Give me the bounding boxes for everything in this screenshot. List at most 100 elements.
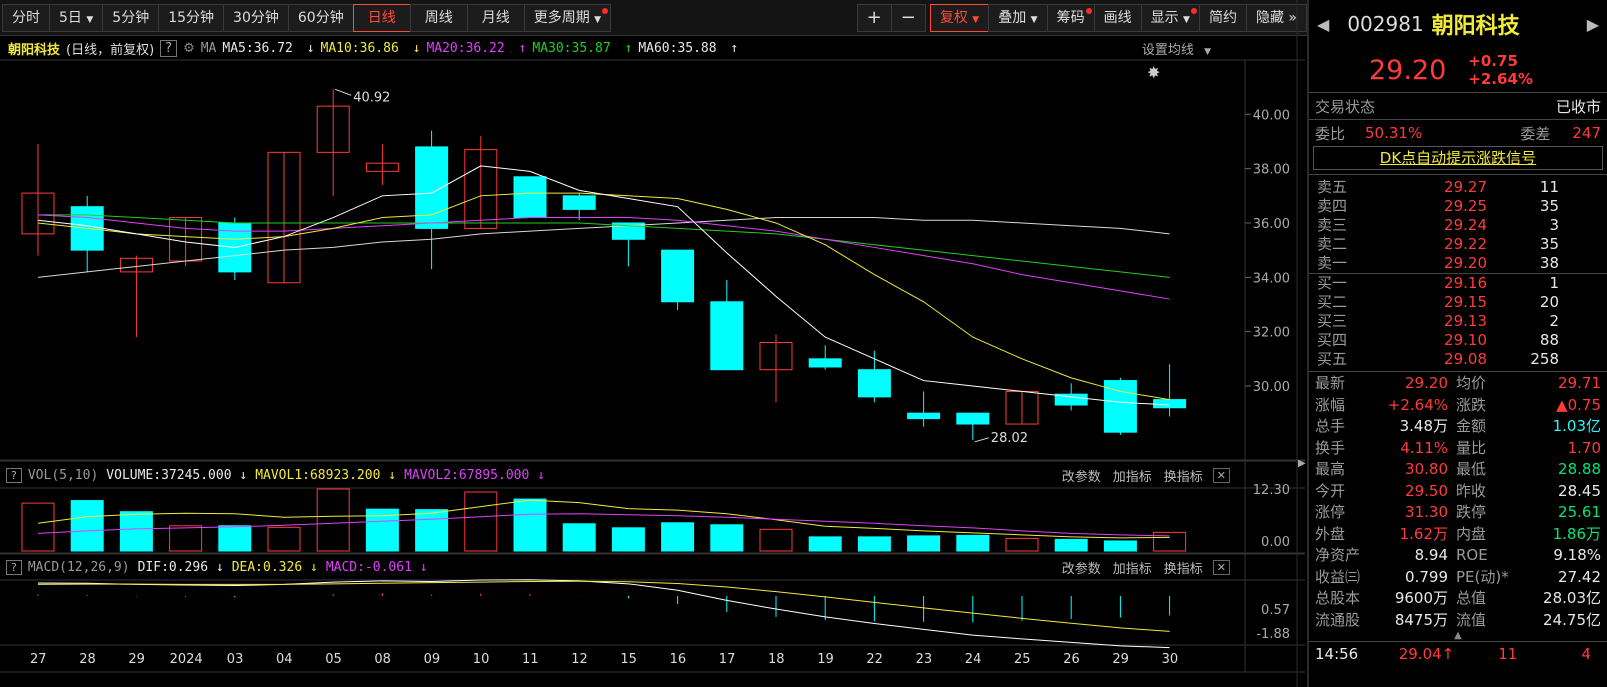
wc-label: 委差: [1520, 124, 1551, 143]
fuquan-dropdown[interactable]: 复权 ▼: [929, 3, 990, 32]
ma-label: MA: [200, 40, 217, 56]
low-price-label: 28.02: [991, 431, 1028, 446]
overlay-dropdown[interactable]: 叠加 ▼: [988, 3, 1048, 32]
collapse-panel-handle[interactable]: ▶: [1298, 458, 1306, 480]
zoom-out-button[interactable]: −: [890, 3, 926, 32]
volume-bar: [316, 488, 350, 552]
ob-level: 卖五: [1317, 178, 1348, 196]
ma-settings-dropdown[interactable]: 设置均线 ▼: [1142, 39, 1217, 58]
zoom-in-button[interactable]: +: [856, 3, 892, 32]
macd-close-icon[interactable]: ✕: [1212, 559, 1230, 575]
trade-status-row: 交易状态 已收市: [1309, 93, 1607, 119]
stat-label: 涨跌: [1456, 395, 1487, 414]
stat-label: 跌停: [1456, 503, 1487, 521]
stat-value: 8475万: [1394, 610, 1448, 629]
macd-value-text: MACD:-0.061: [325, 559, 412, 575]
macd-series: [37, 579, 1171, 649]
stat-label: 最低: [1456, 460, 1487, 478]
stat-value: 24.75亿: [1543, 610, 1601, 629]
stock-code: 002981: [1347, 12, 1424, 36]
ma10-line: [37, 192, 1170, 401]
chevron-down-icon: ▼: [86, 14, 94, 25]
ob-price: 29.13: [1444, 312, 1487, 330]
vol-mavol1: MAVOL1:68923.200 ↓: [255, 467, 397, 483]
ma30-line: [38, 214, 1170, 278]
x-tick-label: 2024: [169, 652, 203, 667]
kline-chart[interactable]: 40.00 38.00 36.00 34.00 32.00 30.00 12.30 0.00 0…: [0, 0, 1305, 687]
ma5-value: MA5:36.72 ↓: [222, 40, 315, 56]
vol-swap-indicator-button[interactable]: 换指标: [1164, 466, 1203, 485]
macd-dea: DEA:0.326 ↓: [231, 559, 318, 575]
hide-button[interactable]: 隐藏 »: [1245, 3, 1307, 32]
ob-price: 29.25: [1444, 197, 1487, 215]
vol-close-icon[interactable]: ✕: [1212, 467, 1230, 483]
draw-line-button[interactable]: 画线: [1093, 3, 1142, 32]
sub-y-tick-label: -1.88: [1256, 627, 1290, 642]
tab-5day[interactable]: 5日 ▼: [49, 3, 104, 32]
x-tick-label: 05: [325, 652, 342, 667]
x-tick-label: 27: [30, 652, 47, 667]
ask-book: 卖五 29.27 11 卖四 29.25 35 卖三 29.24 3 卖二 29.22 35 卖一 29.…: [1309, 175, 1607, 273]
stat-value: +2.64%: [1387, 395, 1448, 414]
candle-body: [119, 257, 153, 273]
chevron-down-icon: ▼: [1183, 14, 1190, 25]
tab-5min[interactable]: 5分钟: [102, 3, 160, 32]
stat-row: 涨幅 +2.64% 涨跌 ▲0.75: [1309, 395, 1607, 417]
ob-price: 29.24: [1444, 216, 1487, 234]
macd-label: MACD(12,26,9): [27, 559, 130, 575]
stat-row: 今开 29.50 昨收 28.45: [1309, 481, 1607, 503]
volume-bar: [956, 534, 990, 552]
help-icon[interactable]: ?: [160, 39, 178, 57]
stat-value: 9600万: [1394, 589, 1448, 607]
ob-price: 29.08: [1444, 350, 1487, 368]
notify-dot-icon: [1190, 7, 1197, 14]
ma60-value: MA60:35.88 ↑: [638, 40, 739, 56]
dk-signal-link[interactable]: DK点自动提示涨跌信号: [1313, 146, 1603, 170]
vol-add-indicator-button[interactable]: 加指标: [1113, 466, 1152, 485]
stat-value: 28.03亿: [1543, 589, 1601, 607]
tab-fenshi[interactable]: 分时: [2, 3, 50, 32]
prev-stock-icon[interactable]: ◀: [1317, 15, 1329, 34]
ob-level: 买一: [1317, 274, 1348, 292]
stat-row: 总股本 9600万 总值 28.03亿: [1309, 588, 1607, 610]
chart-mode: (日线，前复权): [66, 42, 155, 58]
y-tick-label: 32.00: [1253, 326, 1290, 341]
tab-monthly[interactable]: 月线: [466, 3, 525, 32]
macd-swap-indicator-button[interactable]: 换指标: [1164, 558, 1203, 577]
candle-body: [611, 222, 645, 240]
stat-row: 流通股 8475万 流值 24.75亿: [1309, 610, 1607, 632]
vol-help-icon[interactable]: ?: [6, 467, 22, 483]
tab-30min[interactable]: 30分钟: [223, 3, 289, 32]
tab-more-periods[interactable]: 更多周期 ▼: [523, 3, 612, 32]
high-arrow: [335, 88, 352, 96]
tab-60min[interactable]: 60分钟: [287, 3, 354, 32]
candle-body: [808, 358, 842, 368]
scroll-handle-icon[interactable]: ▲: [1309, 631, 1607, 641]
stat-value: 1.03亿: [1552, 417, 1601, 435]
macd-edit-params-button[interactable]: 改参数: [1062, 558, 1101, 577]
ma-info-line: 朝阳科技 (日线，前复权) ? ⚙ MA MA5:36.72 ↓ MA10:36…: [0, 36, 1307, 60]
macd-help-icon[interactable]: ?: [6, 559, 22, 575]
y-axis-ticks: 40.00 38.00 36.00 34.00 32.00 30.00 12.30 0.00 0…: [1253, 108, 1290, 642]
chips-button[interactable]: 筹码: [1046, 3, 1095, 32]
stat-row: 收益㈢ 0.799 PE(动)* 27.42: [1309, 567, 1607, 589]
tab-15min[interactable]: 15分钟: [158, 3, 225, 32]
stat-value: 1.70: [1567, 438, 1601, 457]
next-stock-icon[interactable]: ▶: [1587, 15, 1599, 34]
mavol1-line: [37, 499, 1170, 539]
tab-daily[interactable]: 日线: [352, 3, 411, 32]
vol-edit-params-button[interactable]: 改参数: [1062, 466, 1101, 485]
macd-add-indicator-button[interactable]: 加指标: [1113, 558, 1152, 577]
stat-value: ▲0.75: [1556, 395, 1601, 414]
tab-weekly[interactable]: 周线: [409, 3, 468, 32]
x-tick-label: 03: [226, 652, 244, 667]
display-dropdown[interactable]: 显示 ▼: [1140, 3, 1200, 32]
gear-icon[interactable]: ⚙: [183, 41, 195, 56]
volume-bar: [1103, 540, 1137, 552]
x-tick-label: 26: [1063, 652, 1080, 667]
stat-label: 昨收: [1456, 481, 1487, 500]
stat-label: 总股本: [1315, 589, 1361, 607]
simple-mode-button[interactable]: 简约: [1198, 3, 1247, 32]
ma-settings-label: 设置均线: [1141, 42, 1194, 58]
stat-value: 30.80: [1405, 460, 1448, 478]
